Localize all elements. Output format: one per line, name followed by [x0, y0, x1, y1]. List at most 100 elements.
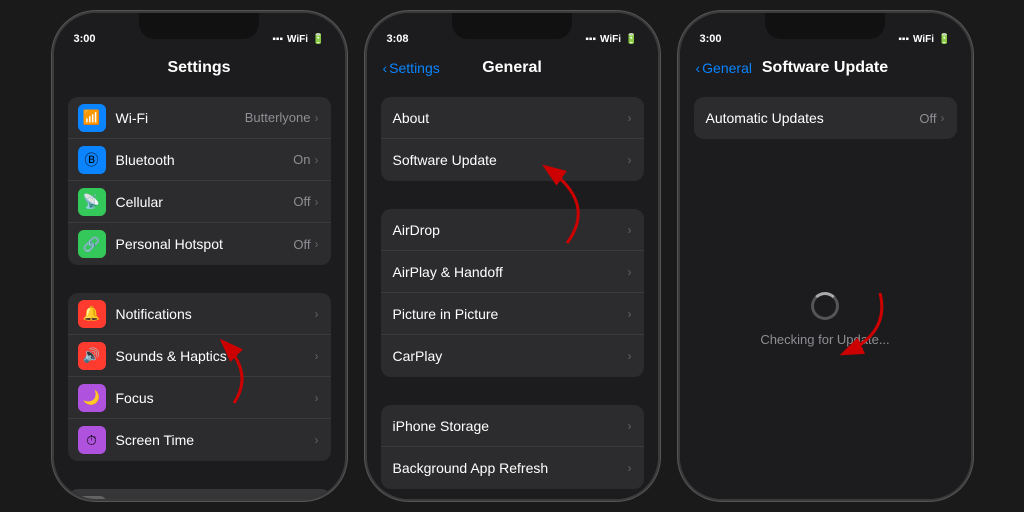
checking-text: Checking for Update...	[760, 332, 889, 347]
iphone-storage-label: iPhone Storage	[393, 418, 628, 434]
chevron-icon: ›	[628, 419, 632, 433]
chevron-icon: ›	[315, 153, 319, 167]
chevron-icon: ›	[315, 391, 319, 405]
hotspot-icon: 🔗	[78, 230, 106, 258]
list-item[interactable]: 📶 Wi-Fi Butterlyone ›	[68, 97, 331, 139]
nav-title-2: General	[482, 59, 542, 77]
nav-bar-3: ‹ General Software Update	[680, 49, 971, 87]
cellular-icon: 📡	[78, 188, 106, 216]
wifi-icon: WiFi	[600, 34, 621, 45]
carplay-label: CarPlay	[393, 348, 628, 364]
phone-screen-3: 3:00 ▪▪▪ WiFi 🔋 ‹ General Software Updat…	[680, 13, 971, 499]
list-item[interactable]: 🔗 Personal Hotspot Off ›	[68, 223, 331, 265]
list-item[interactable]: Ⓑ Bluetooth On ›	[68, 139, 331, 181]
chevron-icon: ›	[315, 237, 319, 251]
wifi-status-icon: WiFi	[287, 34, 308, 45]
gap	[367, 87, 658, 97]
list-item[interactable]: About ›	[381, 97, 644, 139]
chevron-icon: ›	[628, 153, 632, 167]
phone-notch-2	[452, 13, 572, 39]
general-icon: ⚙️	[78, 496, 106, 500]
scroll-area-2: About › Software Update › AirDrop › AirP…	[367, 87, 658, 499]
sounds-icon: 🔊	[78, 342, 106, 370]
cellular-label: Cellular	[116, 194, 294, 210]
focus-icon: 🌙	[78, 384, 106, 412]
signal-icon: ▪▪▪	[585, 34, 596, 45]
list-item[interactable]: 🔔 Notifications ›	[68, 293, 331, 335]
chevron-icon: ›	[941, 111, 945, 125]
list-item[interactable]: ⚙️ General ›	[68, 489, 331, 499]
chevron-icon: ›	[315, 307, 319, 321]
chevron-icon: ›	[628, 111, 632, 125]
focus-label: Focus	[116, 390, 315, 406]
bluetooth-label: Bluetooth	[116, 152, 294, 168]
scroll-area-3: Automatic Updates Off › Checking for Upd…	[680, 87, 971, 499]
hotspot-label: Personal Hotspot	[116, 236, 294, 252]
phone-notch-1	[139, 13, 259, 39]
gap	[54, 87, 345, 97]
notifications-icon: 🔔	[78, 300, 106, 328]
list-item[interactable]: iPhone Storage ›	[381, 405, 644, 447]
bluetooth-value: On	[293, 152, 310, 167]
nav-bar-1: Settings	[54, 49, 345, 87]
software-update-label: Software Update	[393, 152, 628, 168]
screentime-label: Screen Time	[116, 432, 315, 448]
battery-icon: 🔋	[625, 34, 637, 45]
sounds-label: Sounds & Haptics	[116, 348, 315, 364]
list-item[interactable]: Software Update ›	[381, 139, 644, 181]
phone-2: 3:08 ▪▪▪ WiFi 🔋 ‹ Settings General About…	[365, 11, 660, 501]
chevron-icon: ›	[315, 433, 319, 447]
back-label-2: Settings	[389, 60, 440, 76]
chevron-icon: ›	[628, 461, 632, 475]
time-3: 3:00	[700, 33, 722, 45]
chevron-icon: ›	[628, 223, 632, 237]
settings-group-2-1: About › Software Update ›	[381, 97, 644, 181]
list-item[interactable]: Background App Refresh ›	[381, 447, 644, 489]
chevron-icon: ›	[628, 349, 632, 363]
back-label-3: General	[702, 60, 752, 76]
gap	[680, 87, 971, 97]
phone-notch-3	[765, 13, 885, 39]
loading-spinner	[811, 292, 839, 320]
time-2: 3:08	[387, 33, 409, 45]
list-item[interactable]: 🌙 Focus ›	[68, 377, 331, 419]
list-item[interactable]: 🔊 Sounds & Haptics ›	[68, 335, 331, 377]
chevron-icon: ›	[315, 195, 319, 209]
wifi-icon: WiFi	[913, 34, 934, 45]
settings-group-1-3: ⚙️ General › 🎛 Control Center › ☀️ Displ…	[68, 489, 331, 499]
list-item[interactable]: AirDrop ›	[381, 209, 644, 251]
status-icons-2: ▪▪▪ WiFi 🔋	[585, 34, 637, 45]
list-item[interactable]: AirPlay & Handoff ›	[381, 251, 644, 293]
bg-refresh-label: Background App Refresh	[393, 460, 628, 476]
screentime-icon: ⏱	[78, 426, 106, 454]
list-item[interactable]: ⏱ Screen Time ›	[68, 419, 331, 461]
wifi-icon: 📶	[78, 104, 106, 132]
nav-title-3: Software Update	[762, 59, 888, 77]
wifi-label: Wi-Fi	[116, 110, 245, 126]
scroll-area-1: 📶 Wi-Fi Butterlyone › Ⓑ Bluetooth On › 📡…	[54, 87, 345, 499]
signal-icon: ▪▪▪	[898, 34, 909, 45]
settings-group-1-1: 📶 Wi-Fi Butterlyone › Ⓑ Bluetooth On › 📡…	[68, 97, 331, 265]
chevron-left-icon: ‹	[696, 60, 701, 76]
phone-3: 3:00 ▪▪▪ WiFi 🔋 ‹ General Software Updat…	[678, 11, 973, 501]
list-item[interactable]: CarPlay ›	[381, 335, 644, 377]
settings-group-2-2: AirDrop › AirPlay & Handoff › Picture in…	[381, 209, 644, 377]
auto-updates-value: Off	[919, 111, 936, 126]
phone-screen-1: 3:00 ▪▪▪ WiFi 🔋 Settings 📶 Wi-Fi Butterl…	[54, 13, 345, 499]
back-button-3[interactable]: ‹ General	[696, 60, 752, 76]
list-item[interactable]: Picture in Picture ›	[381, 293, 644, 335]
gap	[367, 377, 658, 405]
back-button-2[interactable]: ‹ Settings	[383, 60, 440, 76]
hotspot-value: Off	[293, 237, 310, 252]
list-item[interactable]: 📡 Cellular Off ›	[68, 181, 331, 223]
cellular-value: Off	[293, 194, 310, 209]
chevron-icon: ›	[628, 307, 632, 321]
pip-label: Picture in Picture	[393, 306, 628, 322]
chevron-icon: ›	[315, 111, 319, 125]
list-item[interactable]: Automatic Updates Off ›	[694, 97, 957, 139]
gap	[367, 181, 658, 209]
settings-group-2-3: iPhone Storage › Background App Refresh …	[381, 405, 644, 489]
status-icons-1: ▪▪▪ WiFi 🔋	[272, 34, 324, 45]
settings-group-1-2: 🔔 Notifications › 🔊 Sounds & Haptics › 🌙…	[68, 293, 331, 461]
phone-1: 3:00 ▪▪▪ WiFi 🔋 Settings 📶 Wi-Fi Butterl…	[52, 11, 347, 501]
